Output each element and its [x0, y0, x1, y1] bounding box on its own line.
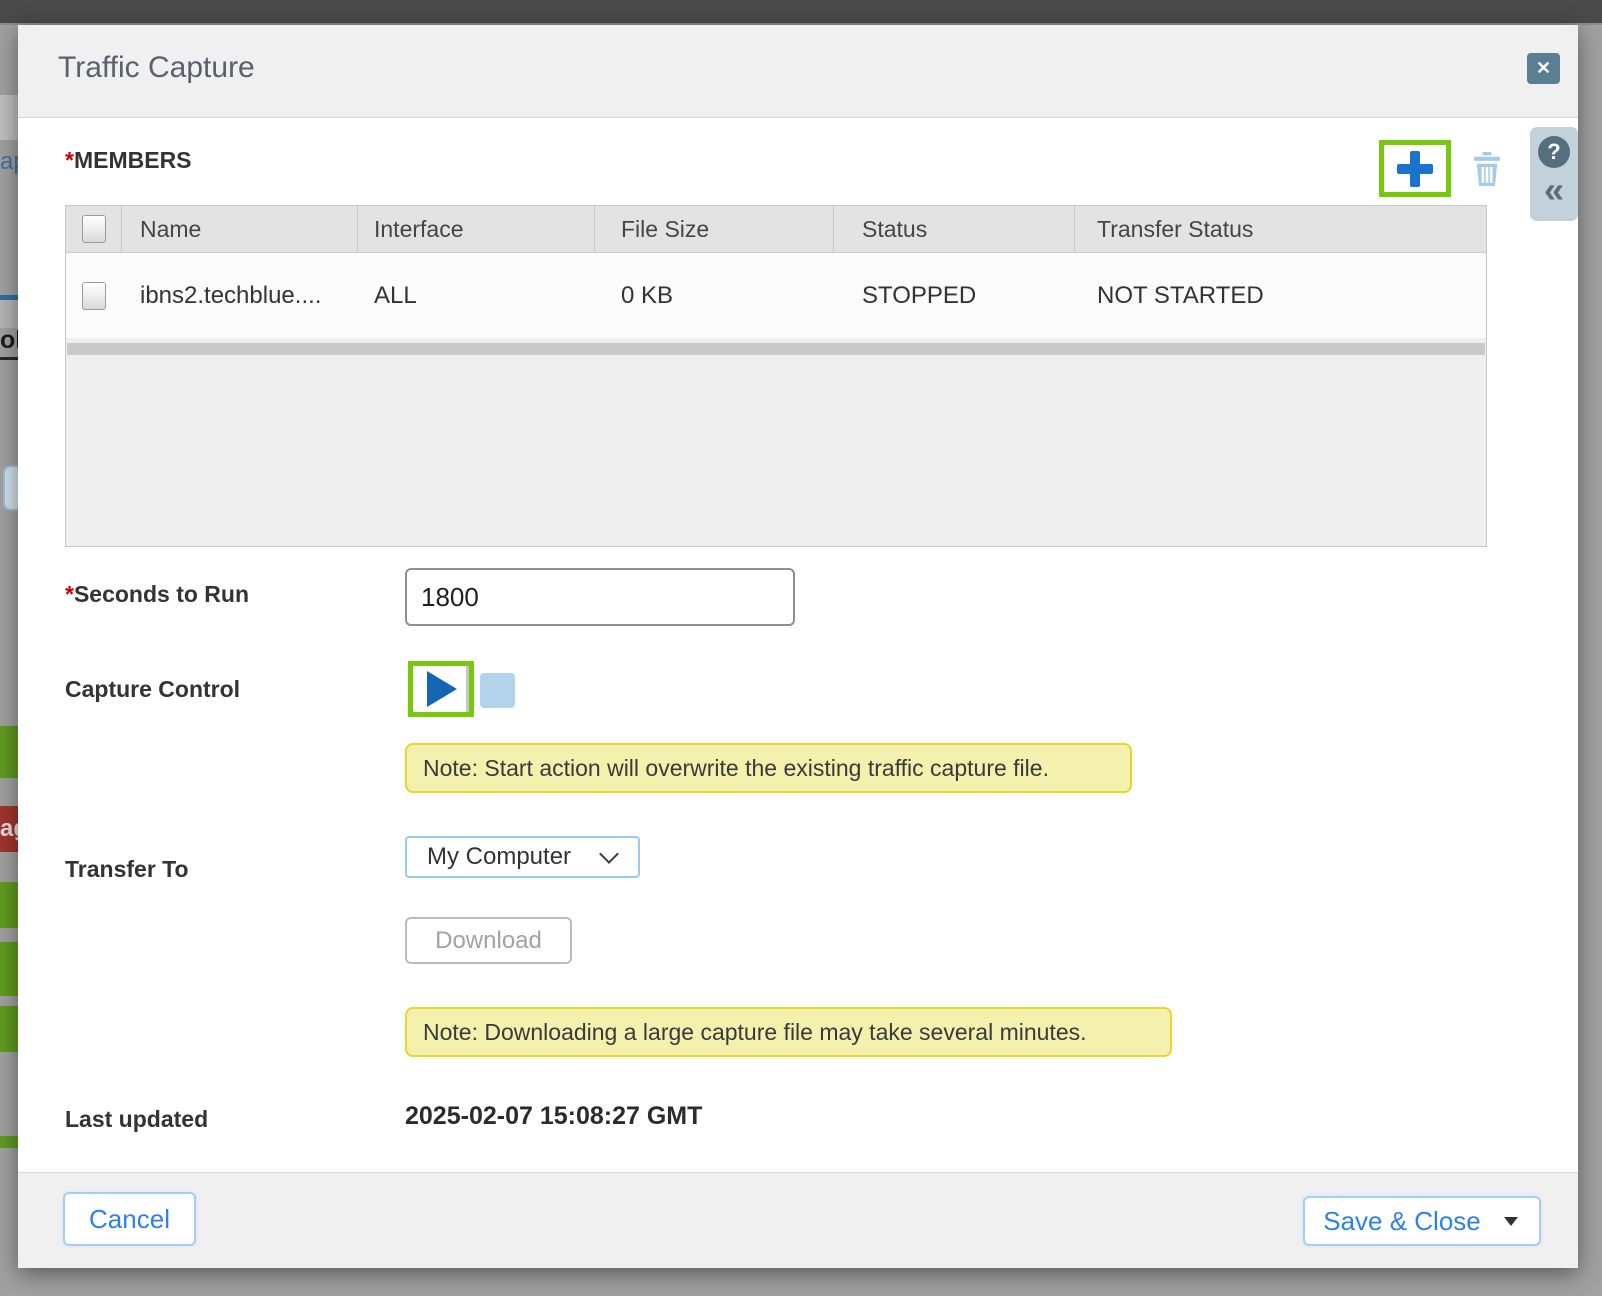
column-header-interface[interactable]: Interface	[358, 206, 595, 252]
background-status-green	[0, 1136, 18, 1148]
play-icon	[427, 671, 457, 707]
background-status-green	[0, 942, 18, 996]
background-status-red-badge: ag	[0, 806, 18, 852]
download-button[interactable]: Download	[405, 917, 572, 964]
background-status-green	[0, 1006, 18, 1052]
add-member-annotation-box	[1379, 140, 1451, 197]
row-name: ibns2.techblue....	[122, 253, 358, 338]
trash-icon	[1471, 152, 1503, 186]
help-icon[interactable]: ?	[1538, 136, 1570, 168]
column-header-name[interactable]: Name	[122, 206, 358, 252]
column-header-file-size[interactable]: File Size	[595, 206, 834, 252]
transfer-to-label: Transfer To	[65, 856, 189, 883]
add-member-button[interactable]	[1384, 145, 1446, 192]
browser-top-bar	[0, 0, 1602, 25]
row-file-size: 0 KB	[595, 253, 834, 338]
row-interface: ALL	[358, 253, 595, 338]
background-status-green	[0, 726, 18, 778]
dialog-title: Traffic Capture	[58, 51, 255, 85]
members-label: *MEMBERS	[65, 147, 192, 174]
capture-control-label: Capture Control	[65, 676, 240, 703]
background-band	[0, 300, 18, 328]
download-note: Note: Downloading a large capture file m…	[405, 1007, 1172, 1057]
background-status-green	[0, 882, 18, 928]
required-asterisk: *	[65, 147, 74, 173]
members-table: Name Interface File Size Status Transfer…	[65, 205, 1487, 547]
required-asterisk: *	[65, 581, 74, 607]
last-updated-value: 2025-02-07 15:08:27 GMT	[405, 1102, 702, 1131]
stop-capture-button[interactable]	[480, 673, 515, 708]
column-header-status[interactable]: Status	[834, 206, 1075, 252]
close-icon[interactable]: ✕	[1527, 53, 1560, 84]
table-empty-area	[66, 355, 1486, 546]
cancel-button[interactable]: Cancel	[63, 1192, 196, 1246]
side-help-tab: ? «	[1530, 127, 1578, 221]
start-note: Note: Start action will overwrite the ex…	[405, 743, 1132, 793]
table-row[interactable]: ibns2.techblue.... ALL 0 KB STOPPED NOT …	[66, 253, 1486, 338]
start-capture-button[interactable]	[413, 666, 469, 712]
chevron-down-icon	[599, 844, 619, 864]
row-transfer-status: NOT STARTED	[1075, 253, 1486, 338]
start-capture-annotation-box	[408, 661, 474, 717]
last-updated-label: Last updated	[65, 1106, 208, 1133]
horizontal-scrollbar[interactable]	[67, 343, 1485, 355]
seconds-to-run-label: *Seconds to Run	[65, 581, 249, 608]
row-checkbox-cell	[66, 253, 122, 338]
transfer-to-select[interactable]: My Computer	[405, 836, 640, 878]
column-header-transfer-status[interactable]: Transfer Status	[1075, 206, 1486, 252]
plus-icon	[1394, 148, 1436, 190]
delete-member-button[interactable]	[1470, 151, 1504, 187]
close-glyph: ✕	[1536, 58, 1551, 79]
save-close-caret-icon[interactable]	[1504, 1217, 1518, 1226]
traffic-capture-dialog: Traffic Capture ✕ *MEMBERS ? «	[18, 25, 1578, 1268]
row-status: STOPPED	[834, 253, 1075, 338]
row-checkbox[interactable]	[82, 282, 106, 310]
seconds-to-run-input[interactable]	[405, 568, 795, 626]
members-table-header: Name Interface File Size Status Transfer…	[66, 206, 1486, 253]
select-all-checkbox[interactable]	[82, 215, 106, 243]
transfer-to-value: My Computer	[407, 843, 602, 871]
collapse-panel-icon[interactable]: «	[1544, 170, 1564, 210]
background-band	[0, 95, 18, 140]
select-all-cell	[66, 206, 122, 252]
